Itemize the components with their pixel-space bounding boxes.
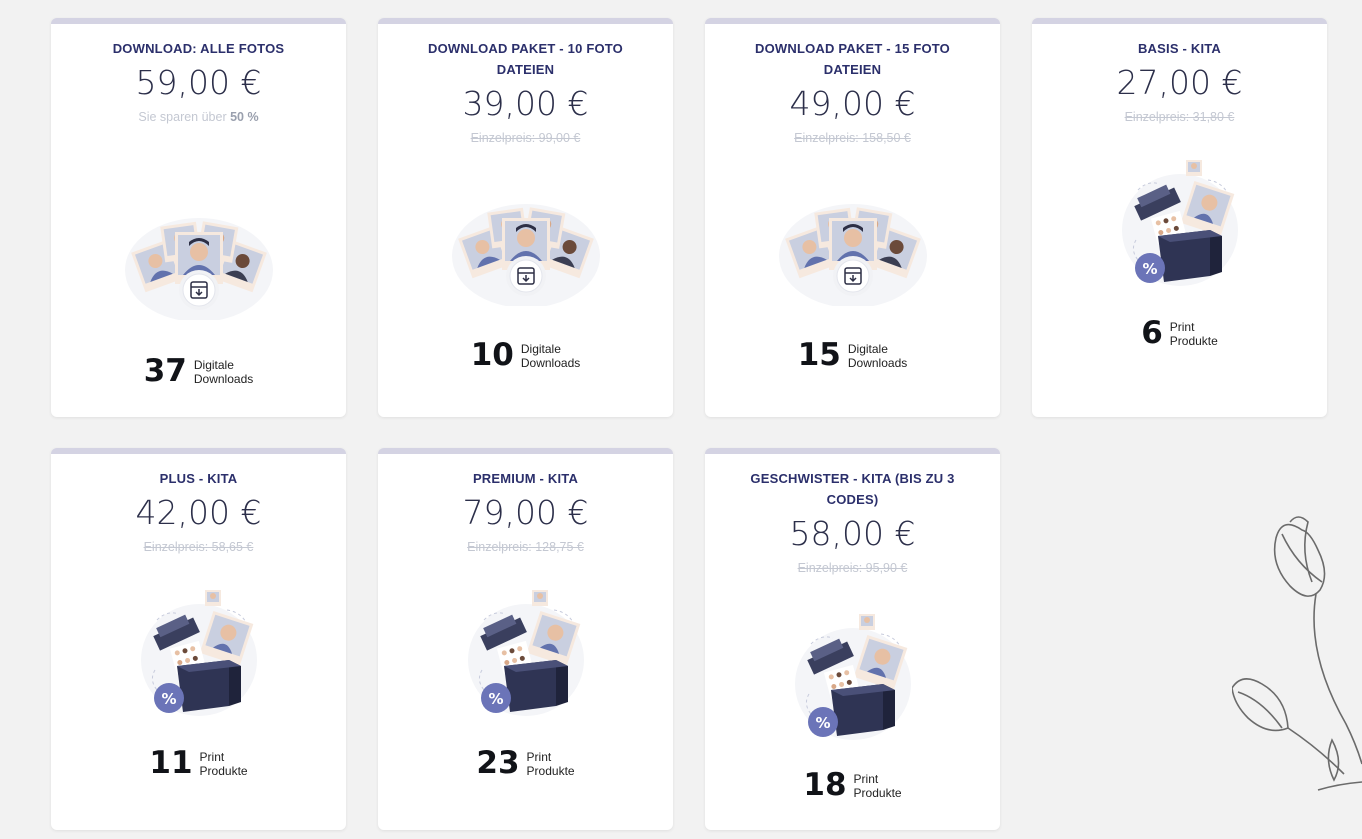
count-label: Print Produkte: [526, 749, 575, 778]
photos-download-icon: [450, 203, 601, 306]
package-title: DOWNLOAD PAKET - 15 FOTO DATEIEN: [755, 41, 950, 77]
single-price-note: Einzelpreis: 31,80 €: [1124, 110, 1235, 124]
package-title: DOWNLOAD PAKET - 10 FOTO DATEIEN: [428, 41, 623, 77]
single-price-note: Einzelpreis: 95,90 €: [797, 561, 908, 575]
count-label: Digitale Downloads: [520, 341, 581, 370]
count-number: 11: [149, 745, 193, 781]
count-row: 37 Digitale Downloads: [51, 356, 346, 387]
package-price: 27,00 €: [1116, 63, 1243, 102]
single-price-note: Einzelpreis: 158,50 €: [794, 131, 911, 145]
gift-box-photos-icon: [794, 614, 911, 741]
savings-note: Sie sparen über 50 %: [138, 110, 259, 124]
package-card[interactable]: DOWNLOAD: ALLE FOTOS 59,00 € Sie sparen …: [51, 18, 346, 417]
package-card[interactable]: DOWNLOAD PAKET - 10 FOTO DATEIEN 39,00 €…: [378, 18, 673, 417]
count-label: Digitale Downloads: [847, 341, 908, 370]
count-label: Print Produkte: [199, 749, 248, 778]
tulip-illustration: [1232, 516, 1362, 791]
count-row: 11 Print Produkte: [51, 748, 346, 779]
package-price: 49,00 €: [789, 84, 916, 123]
package-price: 59,00 €: [135, 63, 262, 102]
package-title: PREMIUM - KITA: [472, 471, 579, 486]
package-price: 39,00 €: [462, 84, 589, 123]
count-row: 6 Print Produkte: [1032, 318, 1327, 349]
photos-download-icon: [777, 203, 928, 306]
package-price: 58,00 €: [789, 514, 916, 553]
package-title: PLUS - KITA: [159, 471, 238, 486]
package-price: 79,00 €: [462, 493, 589, 532]
package-card[interactable]: GESCHWISTER - KITA (BIS ZU 3 CODES) 58,0…: [705, 448, 1000, 830]
package-card[interactable]: PREMIUM - KITA 79,00 € Einzelpreis: 128,…: [378, 448, 673, 830]
package-card[interactable]: DOWNLOAD PAKET - 15 FOTO DATEIEN 49,00 €…: [705, 18, 1000, 417]
package-card[interactable]: PLUS - KITA 42,00 € Einzelpreis: 58,65 €…: [51, 448, 346, 830]
count-label: Print Produkte: [853, 771, 902, 800]
single-price-note: Einzelpreis: 99,00 €: [470, 131, 581, 145]
count-row: 10 Digitale Downloads: [378, 340, 673, 371]
count-number: 18: [803, 767, 847, 803]
package-card[interactable]: BASIS - KITA 27,00 € Einzelpreis: 31,80 …: [1032, 18, 1327, 417]
gift-box-photos-icon: [467, 590, 584, 717]
package-title: BASIS - KITA: [1137, 41, 1222, 56]
count-label: Print Produkte: [1169, 319, 1218, 348]
count-label: Digitale Downloads: [193, 357, 254, 386]
package-price: 42,00 €: [135, 493, 262, 532]
count-number: 23: [476, 745, 520, 781]
package-title: GESCHWISTER - KITA (BIS ZU 3 CODES): [750, 471, 955, 507]
single-price-note: Einzelpreis: 128,75 €: [467, 540, 584, 554]
photos-download-icon: [123, 217, 274, 320]
single-price-note: Einzelpreis: 58,65 €: [143, 540, 254, 554]
count-number: 37: [143, 353, 187, 389]
count-number: 6: [1141, 315, 1163, 351]
count-row: 23 Print Produkte: [378, 748, 673, 779]
gift-box-photos-icon: [1121, 160, 1238, 287]
count-row: 18 Print Produkte: [705, 770, 1000, 801]
gift-box-photos-icon: [140, 590, 257, 717]
package-title: DOWNLOAD: ALLE FOTOS: [112, 41, 285, 56]
count-number: 15: [797, 337, 841, 373]
count-row: 15 Digitale Downloads: [705, 340, 1000, 371]
count-number: 10: [470, 337, 514, 373]
